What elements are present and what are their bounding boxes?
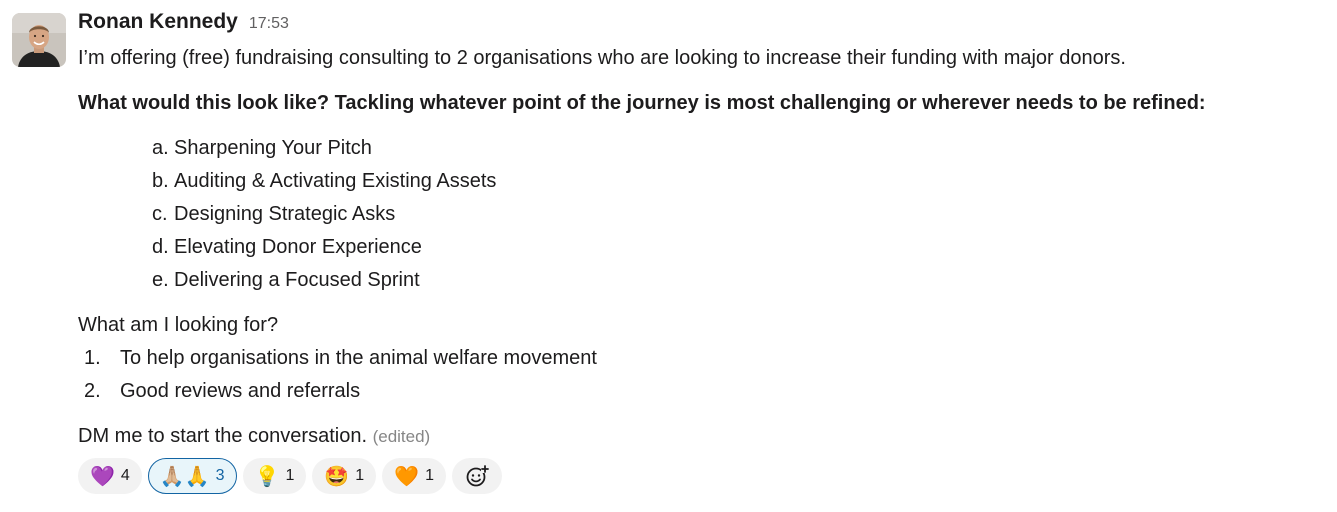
list-item-text: Auditing & Activating Existing Assets [174,170,497,192]
reactions-bar: 💜 4 🙏🏼🙏 3 💡 1 🤩 1 🧡 1 [78,458,1318,494]
list-item: d. Elevating Donor Experience [78,231,1318,264]
list-marker: e. [152,269,169,291]
add-reaction-icon [466,465,489,487]
list-item-text: Designing Strategic Asks [174,203,396,225]
folded-hands-icon: 🙏🏼🙏 [159,464,210,488]
offer-list: a. Sharpening Your Pitch b. Auditing & A… [78,132,1318,297]
list-marker: 1. [84,347,101,369]
list-item-text: Sharpening Your Pitch [174,137,372,159]
reaction-star-struck[interactable]: 🤩 1 [312,458,377,494]
list-marker: b. [152,170,169,192]
list-item-text: Delivering a Focused Sprint [174,269,420,291]
light-bulb-icon: 💡 [254,464,280,488]
list-marker: a. [152,137,169,159]
message-intro: I’m offering (free) fundraising consulti… [78,47,1126,69]
message-cta: DM me to start the conversation. (edited… [78,420,1318,453]
reaction-count: 1 [425,467,434,484]
reaction-count: 4 [120,467,130,484]
avatar[interactable] [12,13,66,67]
reaction-folded-hands[interactable]: 🙏🏼🙏 3 [147,458,237,494]
orange-heart-icon: 🧡 [394,464,420,488]
reaction-count: 3 [215,467,225,484]
timestamp[interactable]: 17:53 [249,15,289,33]
looking-for-heading: What am I looking for? [78,314,279,336]
add-reaction-button[interactable] [451,458,502,494]
reaction-light-bulb[interactable]: 💡 1 [242,458,307,494]
list-item: a. Sharpening Your Pitch [78,132,1318,165]
message-header: Ronan Kennedy 17:53 [78,10,1318,40]
message: Ronan Kennedy 17:53 I’m offering (free) … [0,0,1337,512]
list-marker: c. [152,203,168,225]
reaction-count: 1 [285,467,295,484]
list-item: b. Auditing & Activating Existing Assets [78,165,1318,198]
looking-for-list: 1. To help organisations in the animal w… [78,342,1318,408]
reaction-count: 1 [355,467,365,484]
list-item: c. Designing Strategic Asks [78,198,1318,231]
message-question: What would this look like? Tackling what… [78,92,1206,114]
list-item: 1. To help organisations in the animal w… [78,342,1318,375]
reaction-purple-heart[interactable]: 💜 4 [78,458,142,494]
avatar-image [12,13,66,67]
list-item-text: To help organisations in the animal welf… [120,347,597,369]
cta-text: DM me to start the conversation. [78,425,368,447]
list-marker: d. [152,236,169,258]
edited-label: (edited) [372,427,431,446]
message-content: Ronan Kennedy 17:53 I’m offering (free) … [78,10,1318,494]
list-item: e. Delivering a Focused Sprint [78,264,1318,297]
list-marker: 2. [84,380,101,402]
purple-heart-icon: 💜 [90,464,115,488]
reaction-orange-heart[interactable]: 🧡 1 [382,458,446,494]
star-struck-icon: 🤩 [324,464,350,488]
list-item: 2. Good reviews and referrals [78,375,1318,408]
list-item-text: Good reviews and referrals [120,380,361,402]
list-item-text: Elevating Donor Experience [174,236,422,258]
sender-name[interactable]: Ronan Kennedy [78,10,238,34]
